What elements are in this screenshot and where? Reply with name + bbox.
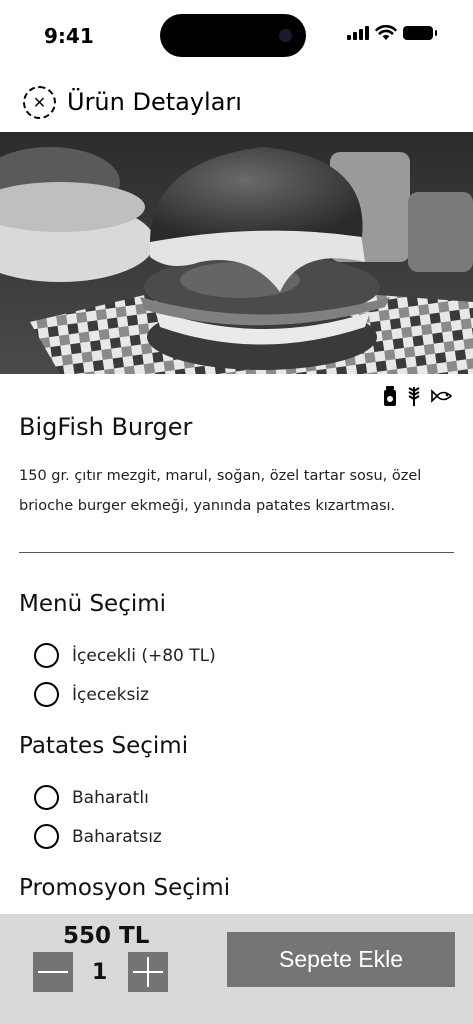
wifi-icon (375, 25, 397, 40)
section-title-promo: Promosyon Seçimi (19, 875, 231, 901)
camera-dot (279, 29, 292, 42)
decrease-button[interactable] (33, 952, 73, 992)
option-baharatli[interactable]: Baharatlı (34, 785, 149, 810)
allergen-icons (383, 386, 453, 406)
option-label: İçecekli (+80 TL) (72, 645, 216, 666)
burger-photo (0, 132, 473, 374)
radio-button[interactable] (34, 682, 59, 707)
add-to-cart-button[interactable]: Sepete Ekle (227, 932, 455, 987)
product-name: BigFish Burger (19, 413, 193, 441)
section-title-menu: Menü Seçimi (19, 591, 167, 617)
radio-button[interactable] (34, 824, 59, 849)
quantity-value: 1 (92, 960, 108, 985)
product-description: 150 gr. çıtır mezgit, marul, soğan, özel… (19, 468, 422, 514)
status-bar: 9:41 (0, 0, 473, 72)
option-label: İçeceksiz (72, 684, 149, 705)
option-label: Baharatlı (72, 787, 149, 808)
jar-icon (384, 386, 396, 406)
divider (19, 552, 454, 553)
minus-icon (38, 971, 68, 973)
option-label: Baharatsız (72, 826, 162, 847)
increase-button[interactable] (128, 952, 168, 992)
close-icon[interactable]: ✕ (23, 86, 56, 119)
price-label: 550 TL (63, 923, 150, 949)
dynamic-island (160, 14, 306, 57)
signal-icon (347, 26, 369, 40)
page-title: Ürün Detayları (67, 88, 242, 116)
section-title-fries: Patates Seçimi (19, 733, 189, 759)
product-image (0, 132, 473, 374)
radio-button[interactable] (34, 643, 59, 668)
header: ✕ Ürün Detayları (0, 80, 473, 126)
bottom-bar: 550 TL 1 Sepete Ekle (0, 914, 473, 1024)
option-baharatsiz[interactable]: Baharatsız (34, 824, 162, 849)
option-icecekli[interactable]: İçecekli (+80 TL) (34, 643, 216, 668)
battery-icon (403, 26, 437, 40)
status-time: 9:41 (44, 24, 94, 48)
option-iceceksiz[interactable]: İçeceksiz (34, 682, 149, 707)
fish-icon (431, 389, 453, 403)
wheat-icon (408, 387, 420, 406)
radio-button[interactable] (34, 785, 59, 810)
status-icons (347, 25, 437, 41)
